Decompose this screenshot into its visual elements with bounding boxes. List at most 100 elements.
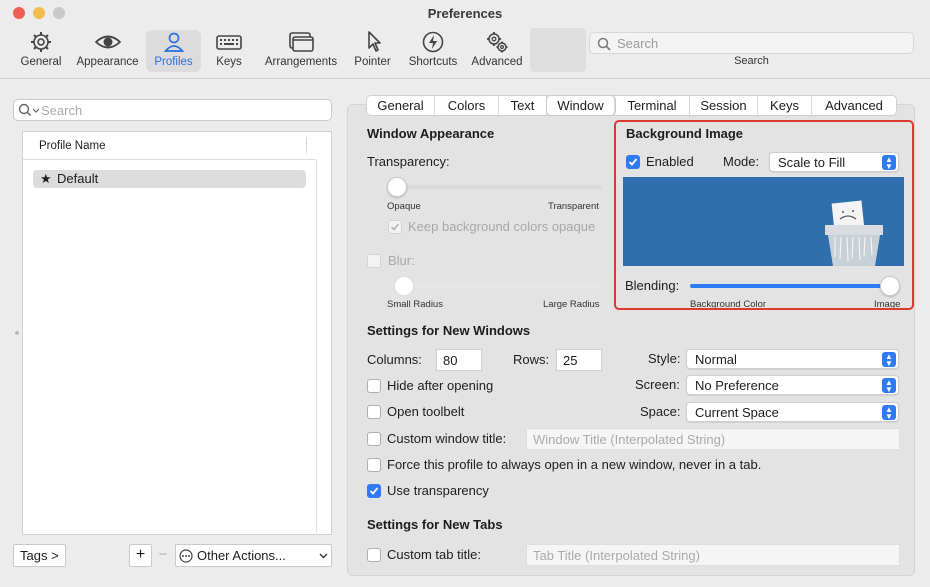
tab-advanced[interactable]: Advanced [812, 96, 896, 115]
tab-terminal[interactable]: Terminal [615, 96, 690, 115]
blur-slider-knob[interactable] [394, 276, 414, 296]
opaque-label: Opaque [387, 201, 421, 212]
space-popup-value: Current Space [695, 405, 779, 420]
force-new-window-label: Force this profile to always open in a n… [387, 457, 762, 472]
split-handle[interactable] [15, 331, 19, 335]
bolt-icon [422, 31, 444, 53]
use-transparency-checkbox[interactable] [367, 484, 381, 498]
toolbar-search-label: Search [734, 55, 769, 67]
blending-slider-knob[interactable] [880, 276, 900, 296]
search-filter-icon [18, 103, 40, 117]
toolbar-divider [0, 78, 930, 79]
ellipsis-circle-icon [179, 549, 193, 563]
person-icon [163, 32, 184, 52]
preferences-window: Preferences General Appearance Profiles … [0, 0, 930, 587]
checkmark-icon [390, 223, 400, 231]
style-popup[interactable]: Normal ▲ ▼ [686, 349, 899, 369]
mode-popup-value: Scale to Fill [778, 155, 846, 170]
image-label: Image [874, 299, 901, 308]
rows-value: 25 [563, 353, 578, 368]
profile-row-default[interactable]: ★ Default [33, 170, 306, 188]
toolbar-profiles[interactable]: Profiles [146, 30, 201, 72]
tab-text[interactable]: Text [499, 96, 547, 115]
background-image-heading: Background Image [626, 126, 744, 141]
remove-profile-button[interactable]: − [152, 544, 174, 567]
pointer-icon [367, 31, 381, 52]
transparency-slider[interactable] [389, 185, 602, 189]
tab-colors[interactable]: Colors [435, 96, 499, 115]
blending-slider[interactable] [690, 284, 890, 288]
toolbar-keys[interactable]: Keys [209, 30, 249, 72]
shredder-image [825, 200, 883, 266]
tab-window[interactable]: Window [547, 96, 615, 115]
add-profile-button[interactable]: + [129, 544, 152, 567]
profile-list-header[interactable]: Profile Name [23, 132, 316, 160]
tab-keys-label: Keys [770, 98, 799, 113]
custom-tab-title-field[interactable]: Tab Title (Interpolated String) [526, 544, 900, 566]
toolbar-advanced-label: Advanced [471, 56, 523, 68]
transparent-label: Transparent [548, 201, 599, 212]
toolbar-pointer-label: Pointer [354, 56, 391, 68]
background-image-preview[interactable] [623, 177, 904, 266]
keep-background-opaque-label: Keep background colors opaque [408, 219, 596, 234]
rows-field[interactable]: 25 [556, 349, 602, 371]
toolbar-pointer[interactable]: Pointer [350, 30, 395, 72]
updown-chevron-icon: ▲ ▼ [882, 155, 896, 171]
toolbar-search-input[interactable]: Search [589, 32, 914, 54]
toolbar-placeholder [530, 28, 586, 72]
columns-field[interactable]: 80 [436, 349, 482, 371]
profile-list-scrollbar[interactable] [316, 160, 317, 535]
tags-button-label: Tags > [20, 548, 59, 563]
toolbar-general[interactable]: General [17, 30, 65, 72]
blur-checkbox[interactable] [367, 254, 381, 268]
toolbar-advanced[interactable]: Advanced [468, 30, 526, 72]
space-popup[interactable]: Current Space ▲ ▼ [686, 402, 899, 422]
tags-button[interactable]: Tags > [13, 544, 66, 567]
custom-window-title-field[interactable]: Window Title (Interpolated String) [526, 428, 900, 450]
other-actions-button[interactable]: Other Actions... [175, 544, 332, 567]
screen-popup[interactable]: No Preference ▲ ▼ [686, 375, 899, 395]
tab-advanced-label: Advanced [825, 98, 883, 113]
mode-label: Mode: [723, 154, 760, 169]
tab-terminal-label: Terminal [627, 98, 677, 113]
hide-after-opening-checkbox[interactable] [367, 379, 381, 393]
tab-general-label: General [377, 98, 424, 113]
tab-general[interactable]: General [367, 96, 435, 115]
transparency-label: Transparency: [367, 154, 450, 169]
checkmark-icon [628, 158, 638, 166]
column-divider [306, 137, 307, 153]
tab-window-label: Window [557, 98, 604, 113]
transparency-slider-knob[interactable] [387, 177, 407, 197]
screen-label: Screen: [635, 377, 680, 392]
new-tabs-heading: Settings for New Tabs [367, 517, 503, 532]
windows-icon [289, 32, 314, 52]
blending-label: Blending: [625, 278, 680, 293]
profile-row-label: Default [57, 171, 99, 186]
style-popup-value: Normal [695, 352, 737, 367]
toolbar-appearance[interactable]: Appearance [75, 30, 140, 72]
large-radius-label: Large Radius [543, 299, 600, 310]
rows-label: Rows: [513, 352, 550, 367]
remove-profile-label: − [158, 546, 168, 563]
force-new-window-checkbox[interactable] [367, 458, 381, 472]
hide-after-opening-label: Hide after opening [387, 378, 494, 393]
toolbar-shortcuts-label: Shortcuts [408, 56, 458, 68]
custom-window-title-checkbox[interactable] [367, 432, 381, 446]
toolbar-shortcuts[interactable]: Shortcuts [404, 30, 462, 72]
open-toolbelt-checkbox[interactable] [367, 405, 381, 419]
background-image-enabled-label: Enabled [646, 154, 694, 169]
keep-background-opaque-checkbox[interactable] [388, 220, 402, 234]
blur-slider[interactable] [389, 284, 602, 288]
background-image-enabled-checkbox[interactable] [626, 155, 640, 169]
mode-popup[interactable]: Scale to Fill ▲ ▼ [769, 152, 899, 172]
gear-icon [31, 32, 51, 52]
tab-keys[interactable]: Keys [758, 96, 812, 115]
tab-session[interactable]: Session [690, 96, 758, 115]
toolbar-appearance-label: Appearance [76, 56, 139, 68]
use-transparency-label: Use transparency [387, 483, 489, 498]
toolbar-arrangements[interactable]: Arrangements [261, 30, 341, 72]
custom-tab-title-label: Custom tab title: [387, 547, 481, 562]
custom-tab-title-checkbox[interactable] [367, 548, 381, 562]
profile-list: Profile Name ★ Default [22, 131, 332, 535]
profile-search-input[interactable]: Search [13, 99, 332, 121]
